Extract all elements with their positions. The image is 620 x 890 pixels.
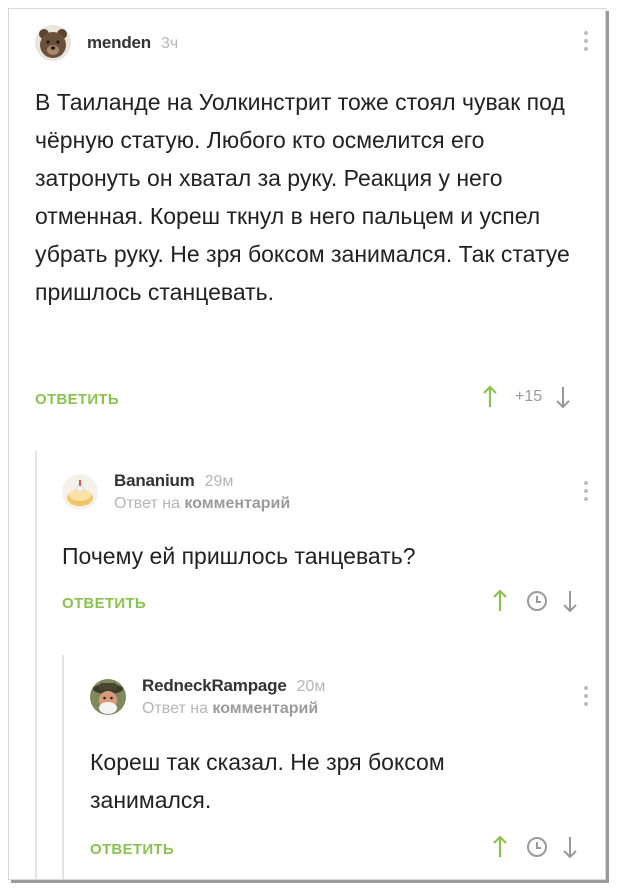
more-vertical-icon[interactable] bbox=[583, 31, 589, 55]
comment-time: 20м bbox=[296, 678, 326, 695]
reply-to-link[interactable]: комментарий bbox=[184, 495, 290, 512]
arrow-down-icon[interactable] bbox=[563, 589, 577, 613]
arrow-down-icon[interactable] bbox=[556, 385, 570, 409]
comment-header: RedneckRampage 20м Ответ на комментарий bbox=[90, 676, 325, 718]
comment-text: В Таиланде на Уолкинстрит тоже стоял чув… bbox=[35, 89, 570, 305]
comment-header: Bananium 29м Ответ на комментарий bbox=[62, 471, 290, 513]
vote-controls bbox=[493, 589, 577, 613]
arrow-up-icon[interactable] bbox=[493, 589, 507, 613]
avatar[interactable] bbox=[62, 474, 98, 510]
reply-to-prefix: Ответ на bbox=[114, 495, 180, 512]
author-name[interactable]: menden bbox=[87, 33, 151, 53]
vote-controls bbox=[493, 835, 577, 859]
clock-icon bbox=[527, 837, 547, 857]
reply-to-prefix: Ответ на bbox=[142, 700, 208, 717]
man-with-hat-avatar-icon bbox=[90, 679, 126, 715]
thread-line[interactable] bbox=[62, 655, 64, 879]
avatar[interactable] bbox=[90, 679, 126, 715]
reply-to-line: Ответ на комментарий bbox=[142, 700, 325, 718]
comment-time: 29м bbox=[204, 473, 234, 490]
reply-button[interactable]: ОТВЕТИТЬ bbox=[35, 391, 119, 408]
reply-button[interactable]: ОТВЕТИТЬ bbox=[62, 595, 146, 612]
reply-to-link[interactable]: комментарий bbox=[212, 700, 318, 717]
more-vertical-icon[interactable] bbox=[583, 481, 589, 505]
reply-to-line: Ответ на комментарий bbox=[114, 495, 290, 513]
thread-line[interactable] bbox=[35, 451, 37, 879]
comment-time: 3ч bbox=[160, 35, 179, 52]
comment-score: +15 bbox=[515, 388, 543, 405]
author-name[interactable]: RedneckRampage bbox=[142, 676, 287, 696]
comment-header: menden 3ч bbox=[35, 25, 178, 61]
arrow-down-icon[interactable] bbox=[563, 835, 577, 859]
more-vertical-icon[interactable] bbox=[583, 686, 589, 710]
bear-avatar-icon bbox=[35, 25, 71, 61]
arrow-up-icon[interactable] bbox=[493, 835, 507, 859]
vote-controls: +15 bbox=[483, 385, 570, 409]
cake-avatar-icon bbox=[62, 474, 98, 510]
author-name[interactable]: Bananium bbox=[114, 471, 195, 491]
comment-text: Почему ей пришлось танцевать? bbox=[62, 543, 416, 569]
avatar[interactable] bbox=[35, 25, 71, 61]
clock-icon bbox=[527, 591, 547, 611]
arrow-up-icon[interactable] bbox=[483, 385, 497, 409]
reply-button[interactable]: ОТВЕТИТЬ bbox=[90, 841, 174, 858]
comment-text: Кореш так сказал. Не зря боксом занималс… bbox=[90, 749, 445, 813]
comments-panel: menden 3ч В Таиланде на Уолкинстрит тоже… bbox=[8, 8, 606, 880]
